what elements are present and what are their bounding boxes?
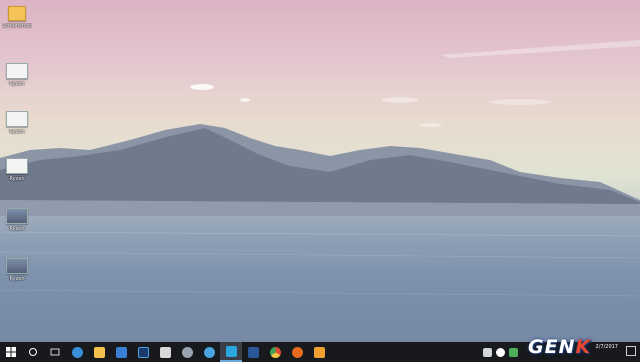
search-button[interactable] — [22, 342, 44, 362]
edge-button[interactable] — [66, 342, 88, 362]
watermark-text: GEN — [528, 336, 576, 358]
chrome-button[interactable] — [264, 342, 286, 362]
image-file-icon — [6, 258, 28, 274]
folder-icon — [93, 346, 105, 358]
cloud-icon[interactable] — [496, 347, 505, 357]
image-file-icon — [6, 208, 28, 224]
windows-logo-icon — [6, 347, 16, 357]
notification-center-icon[interactable] — [626, 346, 636, 356]
firefox-icon — [291, 346, 303, 358]
file-explorer-button[interactable] — [88, 342, 110, 362]
media-icon — [313, 346, 325, 358]
app-icon — [203, 346, 215, 358]
genk-watermark: GENK — [528, 336, 591, 358]
image-file-icon — [6, 111, 28, 127]
photos-button[interactable] — [154, 342, 176, 362]
desktop-icon-image[interactable]: Ryzen — [2, 258, 32, 282]
photoshop-button[interactable] — [132, 342, 154, 362]
image-file-icon — [6, 63, 28, 79]
steam-button[interactable] — [176, 342, 198, 362]
image-file-icon — [6, 158, 28, 174]
chrome-icon — [269, 346, 281, 358]
skype-button[interactable] — [220, 342, 242, 362]
photoshop-icon — [137, 346, 149, 358]
folder-icon — [8, 6, 26, 21]
watermark-accent-text: K — [575, 336, 592, 358]
desktop[interactable]: Screenshots Ryzen Ryzen Ryzen Ryzen Ryze… — [0, 0, 640, 342]
desktop-icon-folder[interactable]: Screenshots — [2, 6, 32, 29]
wallpaper-landscape — [0, 40, 640, 342]
date-label: 2/7/2017 — [595, 344, 618, 350]
network-icon[interactable] — [483, 347, 492, 357]
store-icon — [115, 346, 127, 358]
word-icon — [247, 346, 259, 358]
firefox-button[interactable] — [286, 342, 308, 362]
desktop-icon-image[interactable]: Ryzen — [2, 158, 32, 182]
desktop-icon-label: Ryzen — [9, 276, 25, 282]
desktop-icon-image[interactable]: Ryzen — [2, 63, 32, 87]
app-button[interactable] — [198, 342, 220, 362]
photos-icon — [159, 346, 171, 358]
steam-icon — [181, 346, 193, 358]
desktop-icon-label: Ryzen — [9, 81, 25, 87]
search-icon — [29, 348, 37, 356]
word-button[interactable] — [242, 342, 264, 362]
desktop-icon-label: Ryzen — [9, 129, 25, 135]
start-button[interactable] — [0, 342, 22, 362]
media-button[interactable] — [308, 342, 330, 362]
desktop-icon-label: Screenshots — [2, 23, 32, 29]
desktop-icon-label: Ryzen — [9, 226, 25, 232]
desktop-icon-label: Ryzen — [9, 176, 25, 182]
task-view-button[interactable] — [44, 342, 66, 362]
app-tray-icon[interactable] — [509, 347, 518, 357]
clock[interactable]: 2/7/2017 — [596, 344, 618, 351]
system-tray — [481, 342, 520, 362]
skype-icon — [225, 345, 237, 357]
edge-icon — [71, 346, 83, 358]
store-button[interactable] — [110, 342, 132, 362]
desktop-icon-image[interactable]: Ryzen — [2, 111, 32, 135]
desktop-icon-image[interactable]: Ryzen — [2, 208, 32, 232]
task-view-icon — [50, 348, 60, 356]
